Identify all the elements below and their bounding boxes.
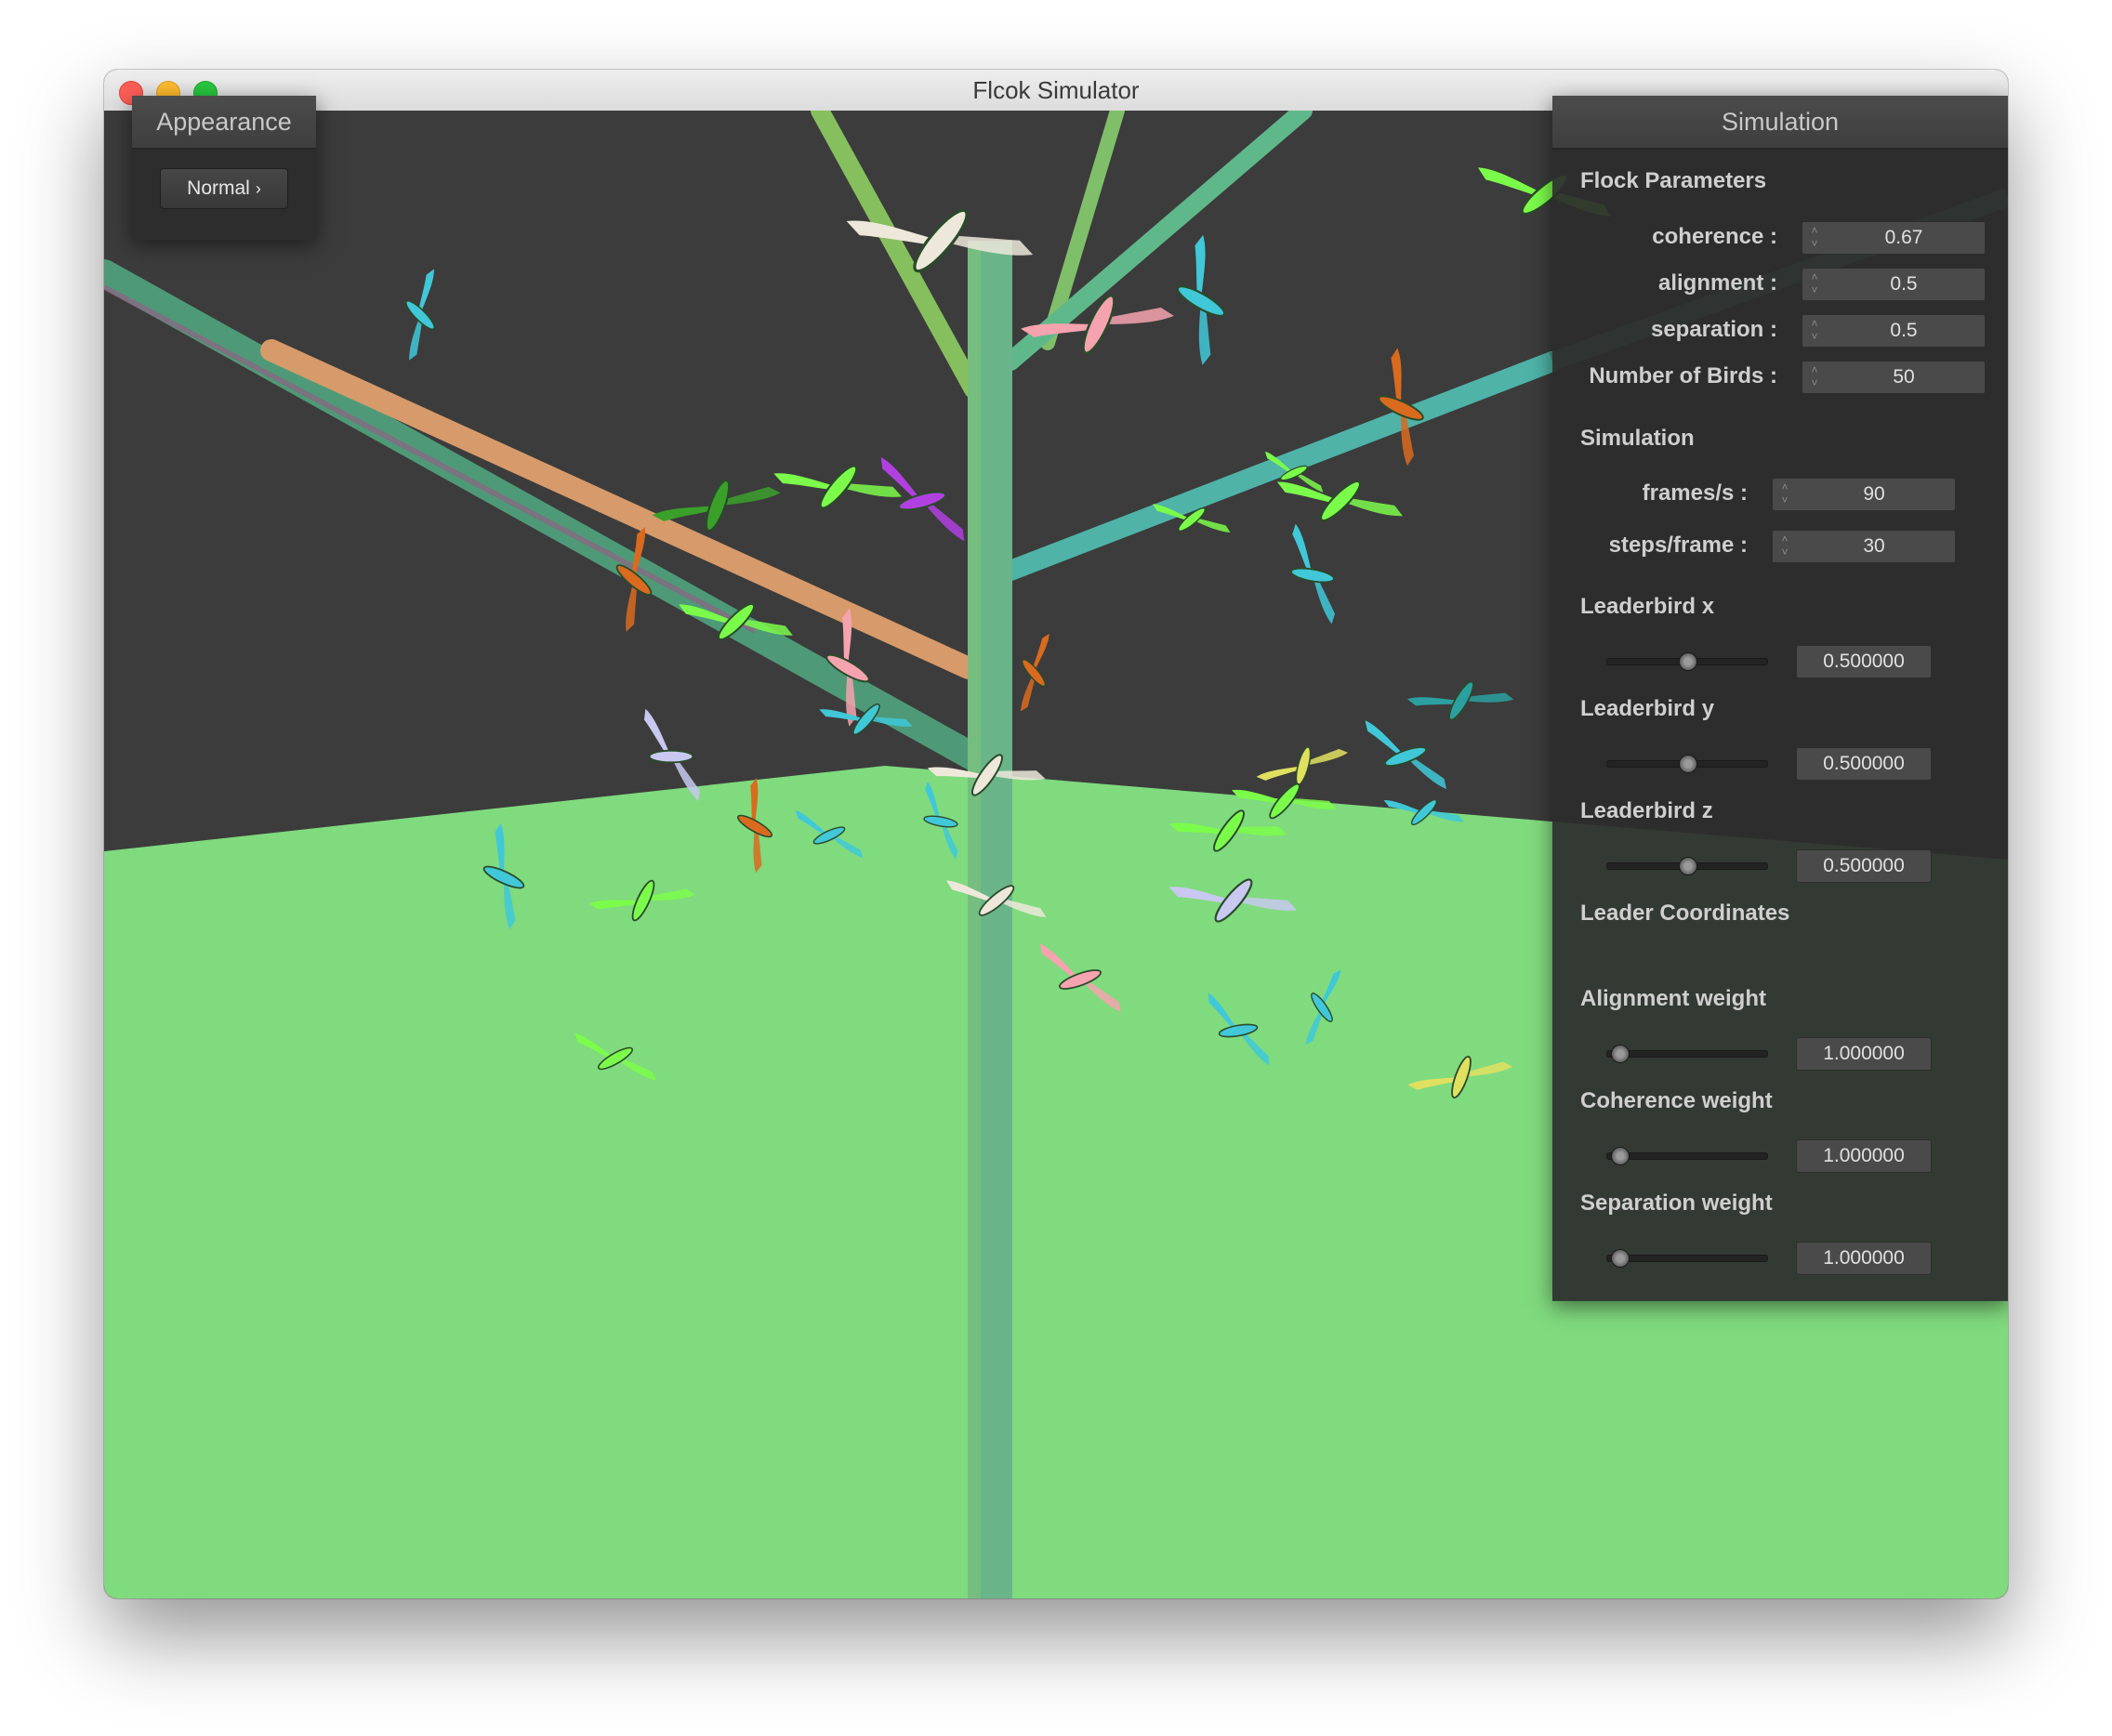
- frames-per-second-label: frames/s :: [1642, 480, 1748, 506]
- leaderbird-y-slider[interactable]: [1606, 749, 1768, 777]
- leaderbird-z-slider[interactable]: [1606, 851, 1768, 879]
- spin-arrows-icon[interactable]: ˄ ˅: [1808, 317, 1821, 343]
- coherence-label: coherence :: [1652, 224, 1777, 249]
- leaderbird-x-value[interactable]: 0.500000: [1796, 645, 1932, 678]
- number-of-birds-spinbox[interactable]: ˄ ˅ 50: [1802, 361, 1986, 394]
- slider-handle[interactable]: [1611, 1147, 1630, 1165]
- separation-spinbox[interactable]: ˄ ˅ 0.5: [1802, 314, 1986, 348]
- spin-arrows-icon[interactable]: ˄ ˅: [1778, 480, 1791, 506]
- separation-label: separation :: [1650, 317, 1777, 342]
- slider-track: [1606, 1050, 1768, 1058]
- separation-value: 0.5: [1890, 320, 1918, 341]
- spin-arrows-icon[interactable]: ˄ ˅: [1778, 533, 1791, 559]
- slider-track: [1606, 1152, 1768, 1160]
- steps-per-frame-label: steps/frame :: [1608, 533, 1748, 558]
- coherence-spinbox[interactable]: ˄ ˅ 0.67: [1802, 221, 1986, 255]
- app-window: Flcok Simulator Appearance Normal › Simul…: [104, 70, 2008, 1598]
- spin-arrows-icon[interactable]: ˄ ˅: [1808, 363, 1821, 389]
- alignment-weight-slider[interactable]: [1606, 1039, 1768, 1067]
- simulation-panel-title: Simulation: [1552, 96, 2008, 150]
- coherence-weight-slider[interactable]: [1606, 1141, 1768, 1169]
- leaderbird-x-label: Leaderbird x: [1580, 594, 1715, 619]
- coherence-value: 0.67: [1884, 227, 1923, 248]
- steps-per-frame-value: 30: [1863, 535, 1885, 557]
- spin-arrows-icon[interactable]: ˄ ˅: [1808, 270, 1821, 296]
- frames-per-second-spinbox[interactable]: ˄ ˅ 90: [1772, 478, 1956, 511]
- spin-arrows-icon[interactable]: ˄ ˅: [1808, 224, 1821, 250]
- simulation-heading: Simulation: [1580, 426, 1695, 451]
- alignment-spinbox[interactable]: ˄ ˅ 0.5: [1802, 268, 1986, 301]
- coherence-weight-label: Coherence weight: [1580, 1088, 1773, 1113]
- leaderbird-z-value[interactable]: 0.500000: [1796, 849, 1932, 883]
- alignment-weight-value[interactable]: 1.000000: [1796, 1037, 1932, 1071]
- simulation-panel: Simulation Flock Parameters coherence : …: [1552, 96, 2008, 1301]
- alignment-value: 0.5: [1890, 273, 1918, 295]
- frames-per-second-value: 90: [1863, 483, 1885, 505]
- leader-coordinates-heading: Leader Coordinates: [1580, 901, 1790, 926]
- leaderbird-y-value[interactable]: 0.500000: [1796, 747, 1932, 781]
- separation-weight-label: Separation weight: [1580, 1190, 1773, 1216]
- leaderbird-z-label: Leaderbird z: [1580, 798, 1713, 823]
- number-of-birds-value: 50: [1893, 366, 1915, 388]
- appearance-mode-button[interactable]: Normal ›: [160, 168, 288, 209]
- slider-track: [1606, 1255, 1768, 1262]
- alignment-weight-label: Alignment weight: [1580, 986, 1766, 1011]
- leaderbird-x-slider[interactable]: [1606, 647, 1768, 675]
- bird-body: [648, 749, 694, 764]
- appearance-mode-label: Normal: [187, 178, 250, 199]
- chevron-right-icon: ›: [255, 179, 261, 198]
- alignment-label: alignment :: [1657, 270, 1777, 296]
- slider-handle[interactable]: [1679, 857, 1697, 875]
- slider-handle[interactable]: [1611, 1249, 1630, 1268]
- leaderbird-y-label: Leaderbird y: [1580, 696, 1715, 721]
- tree-trunk-shade: [968, 241, 981, 1598]
- flock-parameters-heading: Flock Parameters: [1580, 168, 1767, 193]
- appearance-panel-title: Appearance: [132, 96, 316, 150]
- number-of-birds-label: Number of Birds :: [1589, 363, 1777, 388]
- steps-per-frame-spinbox[interactable]: ˄ ˅ 30: [1772, 530, 1956, 563]
- appearance-panel: Appearance Normal ›: [132, 96, 316, 240]
- slider-handle[interactable]: [1611, 1045, 1630, 1063]
- separation-weight-slider[interactable]: [1606, 1243, 1768, 1271]
- slider-handle[interactable]: [1679, 652, 1697, 671]
- slider-handle[interactable]: [1679, 755, 1697, 773]
- separation-weight-value[interactable]: 1.000000: [1796, 1242, 1932, 1275]
- coherence-weight-value[interactable]: 1.000000: [1796, 1139, 1932, 1173]
